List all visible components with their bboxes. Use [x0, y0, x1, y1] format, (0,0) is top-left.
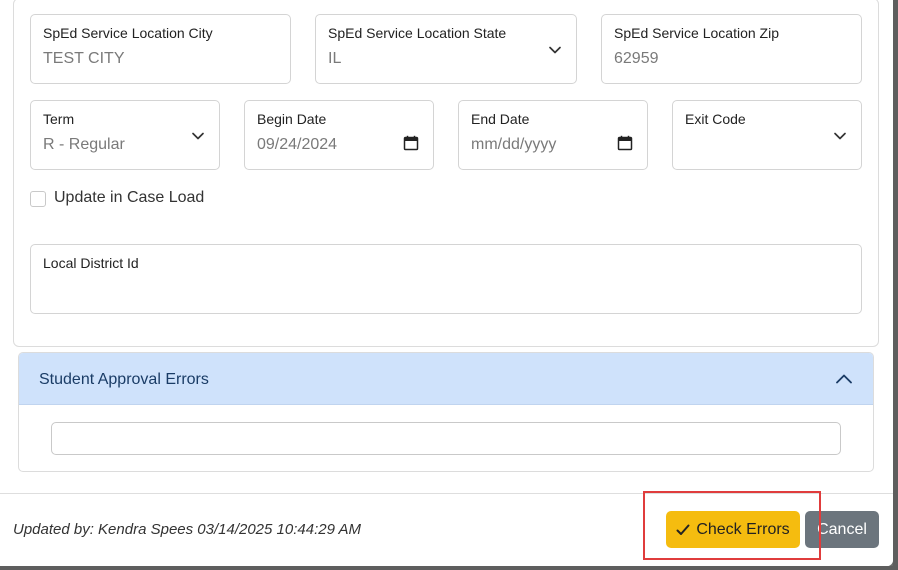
end-date-field[interactable]: End Date mm/dd/yyyy — [458, 100, 648, 170]
modal-dialog: SpEd Service Location City TEST CITY SpE… — [0, 0, 893, 566]
zip-label: SpEd Service Location Zip — [614, 25, 779, 41]
chevron-down-icon — [834, 132, 846, 140]
exit-code-select[interactable]: Exit Code — [672, 100, 862, 170]
checkmark-icon — [676, 524, 690, 535]
city-label: SpEd Service Location City — [43, 25, 213, 41]
begin-date-label: Begin Date — [257, 111, 327, 127]
begin-date-value: 09/24/2024 — [257, 136, 338, 153]
check-errors-button[interactable]: Check Errors — [666, 511, 800, 548]
term-value: R - Regular — [43, 136, 125, 153]
begin-date-field[interactable]: Begin Date 09/24/2024 — [244, 100, 434, 170]
term-select[interactable]: Term R - Regular — [30, 100, 220, 170]
approval-errors-input[interactable] — [51, 422, 841, 455]
city-field[interactable]: SpEd Service Location City TEST CITY — [30, 14, 291, 84]
updated-by-text: Updated by: Kendra Spees 03/14/2025 10:4… — [13, 521, 362, 538]
accordion-header[interactable]: Student Approval Errors — [19, 353, 873, 405]
zip-field[interactable]: SpEd Service Location Zip 62959 — [601, 14, 862, 84]
student-approval-errors-accordion: Student Approval Errors — [18, 352, 874, 472]
state-select[interactable]: SpEd Service Location State IL — [315, 14, 577, 84]
check-errors-label: Check Errors — [696, 520, 790, 538]
local-district-id-field[interactable]: Local District Id — [30, 244, 862, 314]
calendar-icon[interactable] — [403, 135, 419, 151]
chevron-up-icon[interactable] — [835, 371, 853, 387]
calendar-icon[interactable] — [617, 135, 633, 151]
term-label: Term — [43, 111, 75, 127]
end-date-placeholder: mm/dd/yyyy — [471, 136, 557, 153]
state-value: IL — [328, 50, 342, 67]
state-label: SpEd Service Location State — [328, 25, 507, 41]
update-case-load-checkbox[interactable] — [30, 191, 46, 207]
city-value: TEST CITY — [43, 50, 125, 67]
zip-value: 62959 — [614, 50, 659, 67]
accordion-title: Student Approval Errors — [39, 371, 209, 388]
backdrop-edge — [893, 0, 898, 570]
local-district-id-label: Local District Id — [43, 255, 139, 271]
end-date-label: End Date — [471, 111, 530, 127]
chevron-down-icon — [549, 46, 561, 54]
update-case-load-label: Update in Case Load — [54, 189, 205, 206]
backdrop-bottom — [0, 566, 898, 570]
exit-code-label: Exit Code — [685, 111, 746, 127]
modal-footer: Updated by: Kendra Spees 03/14/2025 10:4… — [0, 493, 893, 566]
cancel-button[interactable]: Cancel — [805, 511, 879, 548]
chevron-down-icon — [192, 132, 204, 140]
